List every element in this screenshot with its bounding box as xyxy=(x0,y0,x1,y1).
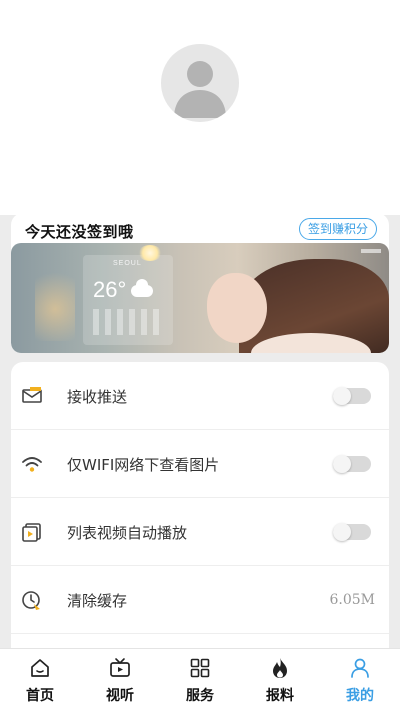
person-icon xyxy=(351,658,369,678)
banner-lamp-glow xyxy=(35,261,75,341)
flame-icon xyxy=(273,658,287,678)
tab-label: 报料 xyxy=(266,688,294,704)
tab-label: 首页 xyxy=(26,688,54,704)
tab-label: 视听 xyxy=(106,688,134,704)
tab-label: 服务 xyxy=(186,688,214,704)
setting-label: 仅WIFI网络下查看图片 xyxy=(67,456,220,474)
tab-video[interactable]: 视听 xyxy=(80,649,160,710)
toggle-knob xyxy=(333,523,351,541)
setting-label: 列表视频自动播放 xyxy=(67,524,188,542)
home-icon xyxy=(31,659,49,677)
toggle-knob xyxy=(333,455,351,473)
setting-row-autoplay[interactable]: 列表视频自动播放 xyxy=(11,498,389,566)
tab-services[interactable]: 服务 xyxy=(160,649,240,710)
banner-city-text: SEOUL xyxy=(113,260,142,267)
wifi-icon xyxy=(22,457,42,472)
profile-header xyxy=(0,0,400,215)
tab-report[interactable]: 报料 xyxy=(240,649,320,710)
setting-label: 接收推送 xyxy=(67,388,128,406)
settings-list: 接收推送 仅WIFI网络下查看图片 列表视频自动播放 清除缓存 6.05M xyxy=(11,362,389,652)
cloud-icon xyxy=(131,279,153,297)
tab-mine[interactable]: 我的 xyxy=(320,649,400,710)
setting-label: 清除缓存 xyxy=(67,592,128,610)
tab-label: 我的 xyxy=(346,688,374,704)
wifi-images-toggle[interactable] xyxy=(333,455,371,473)
banner-corner-mark xyxy=(361,249,381,253)
toggle-knob xyxy=(333,387,351,405)
push-toggle[interactable] xyxy=(333,387,371,405)
setting-row-push[interactable]: 接收推送 xyxy=(11,362,389,430)
tv-icon xyxy=(110,658,130,677)
grid-icon xyxy=(190,658,210,678)
default-avatar-icon xyxy=(174,61,226,118)
banner-sun xyxy=(138,245,162,261)
signin-button[interactable]: 签到赚积分 xyxy=(298,218,377,240)
setting-row-clear-cache[interactable]: 清除缓存 6.05M xyxy=(11,566,389,634)
cache-size-value: 6.05M xyxy=(329,592,375,608)
mail-icon xyxy=(22,387,42,403)
autoplay-toggle[interactable] xyxy=(333,523,371,541)
avatar[interactable] xyxy=(161,44,239,122)
setting-row-wifi-images[interactable]: 仅WIFI网络下查看图片 xyxy=(11,430,389,498)
clock-broom-icon xyxy=(22,591,40,610)
signin-status-text: 今天还没签到哦 xyxy=(25,223,134,241)
video-play-icon xyxy=(22,523,41,542)
signin-card: 今天还没签到哦 签到赚积分 SEOUL 26° xyxy=(11,213,389,353)
signin-banner-image[interactable]: SEOUL 26° xyxy=(11,243,389,353)
banner-forecast-grid xyxy=(93,309,163,335)
banner-temperature-text: 26° xyxy=(93,277,127,302)
bottom-tab-bar: 首页 视听 服务 报料 我的 xyxy=(0,648,400,710)
banner-person-face xyxy=(207,273,267,343)
tab-home[interactable]: 首页 xyxy=(0,649,80,710)
